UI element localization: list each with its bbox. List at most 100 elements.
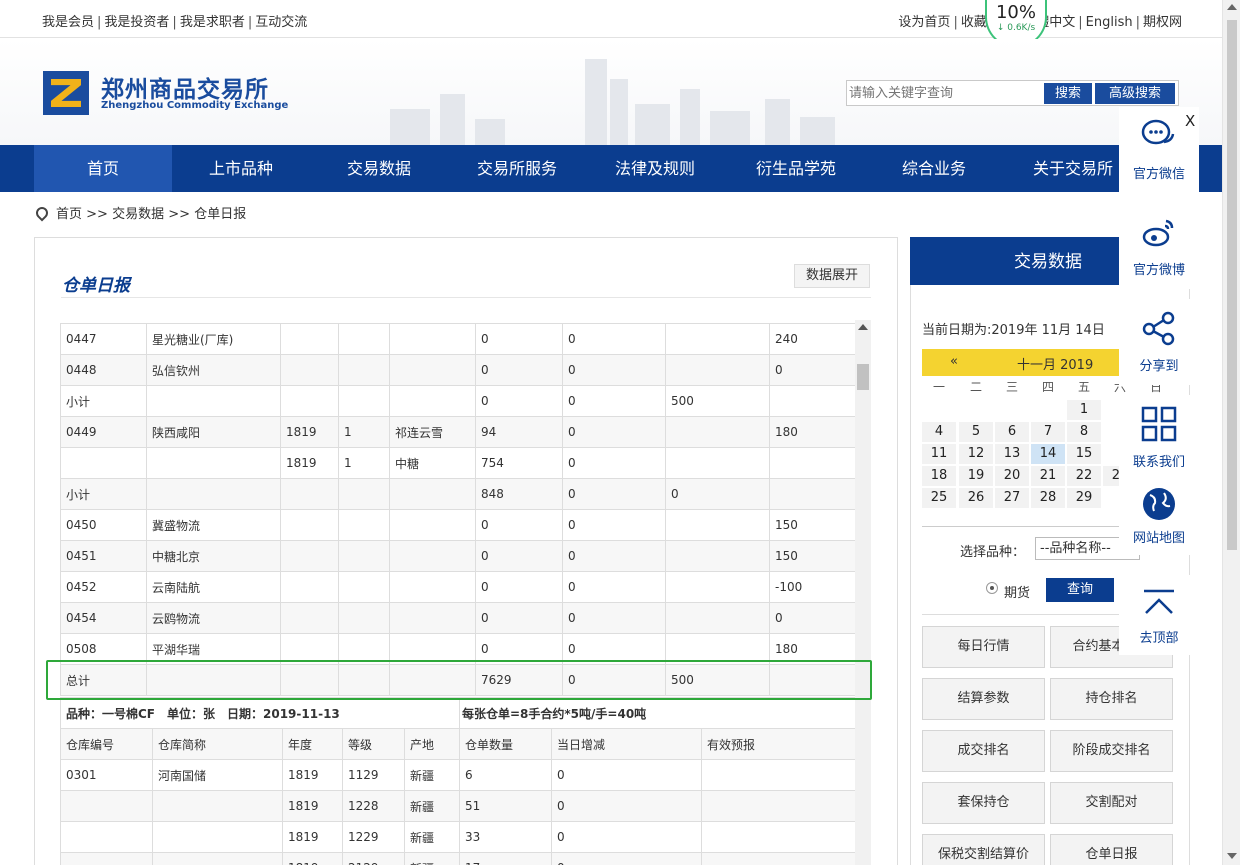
nav-derivatives-academy[interactable]: 衍生品学苑: [724, 145, 868, 192]
calendar-day[interactable]: 7: [1031, 422, 1065, 442]
nav-home[interactable]: 首页: [34, 145, 172, 192]
table-row: 1819 1229 新疆 33 0: [60, 821, 856, 853]
delivery-matching-button[interactable]: 交割配对: [1050, 782, 1173, 824]
weibo-link[interactable]: 官方微博: [1119, 203, 1199, 289]
calendar-day: [959, 400, 993, 420]
table-cell: 0: [551, 852, 702, 865]
calendar-day[interactable]: 21: [1031, 466, 1065, 486]
logo-chinese-name[interactable]: 郑州商品交易所: [101, 70, 269, 104]
calendar-day[interactable]: 26: [959, 488, 993, 508]
calendar-day[interactable]: 13: [995, 444, 1029, 464]
table-cell: 1229: [342, 821, 405, 853]
nav-listed-products[interactable]: 上市品种: [172, 145, 310, 192]
close-float-button[interactable]: X: [1185, 112, 1195, 130]
column-header: 仓库简称: [152, 728, 283, 760]
table-cell: [280, 323, 339, 355]
window-scroll-thumb[interactable]: [1227, 20, 1237, 550]
settlement-params-button[interactable]: 结算参数: [922, 678, 1045, 720]
query-button[interactable]: 查询: [1046, 578, 1114, 602]
table-cell: 0: [562, 478, 666, 510]
logo-english-name[interactable]: Zhengzhou Commodity Exchange: [101, 100, 288, 111]
warehouse-receipt-button[interactable]: 仓单日报: [1050, 834, 1173, 865]
interaction-link[interactable]: 互动交流: [255, 15, 307, 30]
calendar-day[interactable]: 8: [1067, 422, 1101, 442]
window-scroll-up-icon[interactable]: [1227, 4, 1237, 10]
calendar-today[interactable]: 14: [1031, 444, 1065, 464]
period-volume-ranking-button[interactable]: 阶段成交排名: [1050, 730, 1173, 772]
table-cell: [152, 821, 283, 853]
table-row: 0301 河南国储 1819 1129 新疆 6 0: [60, 759, 856, 791]
nav-about-exchange[interactable]: 关于交易所: [1010, 145, 1136, 192]
calendar-day[interactable]: 29: [1067, 488, 1101, 508]
calendar-day[interactable]: 19: [959, 466, 993, 486]
table-cell: [389, 478, 476, 510]
share-link[interactable]: 分享到: [1119, 299, 1199, 385]
daily-quotes-button[interactable]: 每日行情: [922, 626, 1045, 668]
calendar-weekday: 五: [1077, 380, 1090, 394]
calendar-weekday: 二: [969, 380, 982, 394]
nav-exchange-services[interactable]: 交易所服务: [448, 145, 586, 192]
calendar-prev-button[interactable]: «: [950, 354, 958, 369]
breadcrumb-home[interactable]: 首页: [56, 207, 82, 222]
contact-grid-icon: [1141, 406, 1177, 442]
futures-radio-label: 期货: [1004, 586, 1031, 601]
table-cell: 1819: [282, 790, 343, 822]
sitemap-link[interactable]: 网站地图: [1119, 475, 1199, 555]
set-homepage-link[interactable]: 设为首页: [898, 15, 950, 30]
calendar-day[interactable]: 18: [922, 466, 956, 486]
calendar-day[interactable]: 27: [995, 488, 1029, 508]
scroll-up-arrow-icon[interactable]: [858, 324, 868, 330]
calendar-day[interactable]: 1: [1067, 400, 1101, 420]
table-cell: [60, 852, 153, 865]
table-cell: 2129: [342, 852, 405, 865]
member-link[interactable]: 我是会员: [42, 15, 94, 30]
position-ranking-button[interactable]: 持仓排名: [1050, 678, 1173, 720]
calendar-day[interactable]: 5: [959, 422, 993, 442]
total-row-highlight: [46, 660, 872, 700]
window-scroll-down-icon[interactable]: [1227, 853, 1237, 859]
calendar-day[interactable]: 12: [959, 444, 993, 464]
breadcrumb-trading-data[interactable]: 交易数据: [112, 207, 164, 222]
contact-link[interactable]: 联系我们: [1119, 395, 1199, 481]
calendar-day[interactable]: 20: [995, 466, 1029, 486]
table-cell: 6: [459, 759, 552, 791]
table-cell: [665, 323, 770, 355]
nav-laws-rules[interactable]: 法律及规则: [586, 145, 724, 192]
table-cell: [665, 540, 770, 572]
back-to-top-link[interactable]: 去顶部: [1119, 575, 1199, 655]
exchange-logo-icon[interactable]: [43, 71, 89, 115]
calendar-day[interactable]: 28: [1031, 488, 1065, 508]
table-cell: 陕西咸阳: [146, 416, 281, 448]
hedge-position-button[interactable]: 套保持仓: [922, 782, 1045, 824]
options-site-link[interactable]: 期权网: [1143, 15, 1182, 30]
table-scrollbar[interactable]: [855, 320, 871, 865]
bonded-delivery-price-button[interactable]: 保税交割结算价: [922, 834, 1045, 865]
job-seeker-link[interactable]: 我是求职者: [180, 15, 245, 30]
table-cell: [389, 509, 476, 541]
expand-data-button[interactable]: 数据展开: [794, 264, 870, 288]
calendar-day[interactable]: 4: [922, 422, 956, 442]
futures-radio[interactable]: [986, 582, 998, 594]
advanced-search-button[interactable]: 高级搜索: [1095, 83, 1175, 104]
table-row: 18192129新疆170: [60, 852, 856, 865]
calendar-day[interactable]: 25: [922, 488, 956, 508]
calendar-day[interactable]: 15: [1067, 444, 1101, 464]
volume-ranking-button[interactable]: 成交排名: [922, 730, 1045, 772]
calendar-day[interactable]: 11: [922, 444, 956, 464]
english-link[interactable]: English: [1086, 15, 1133, 30]
table-cell: 冀盛物流: [146, 509, 281, 541]
calendar-weekday: 一: [932, 380, 945, 394]
calendar-day[interactable]: 22: [1067, 466, 1101, 486]
table-cell: 1228: [342, 790, 405, 822]
nav-integrated-business[interactable]: 综合业务: [868, 145, 1000, 192]
window-scrollbar[interactable]: [1222, 0, 1240, 865]
calendar-day[interactable]: 6: [995, 422, 1029, 442]
table-cell: 祁连云雪: [389, 416, 476, 448]
scroll-thumb[interactable]: [857, 364, 869, 390]
nav-trading-data[interactable]: 交易数据: [310, 145, 448, 192]
search-button[interactable]: 搜索: [1044, 83, 1092, 104]
to-top-icon: [1144, 589, 1174, 614]
investor-link[interactable]: 我是投资者: [104, 15, 169, 30]
table-cell: [338, 571, 390, 603]
search-input[interactable]: [849, 83, 1041, 103]
